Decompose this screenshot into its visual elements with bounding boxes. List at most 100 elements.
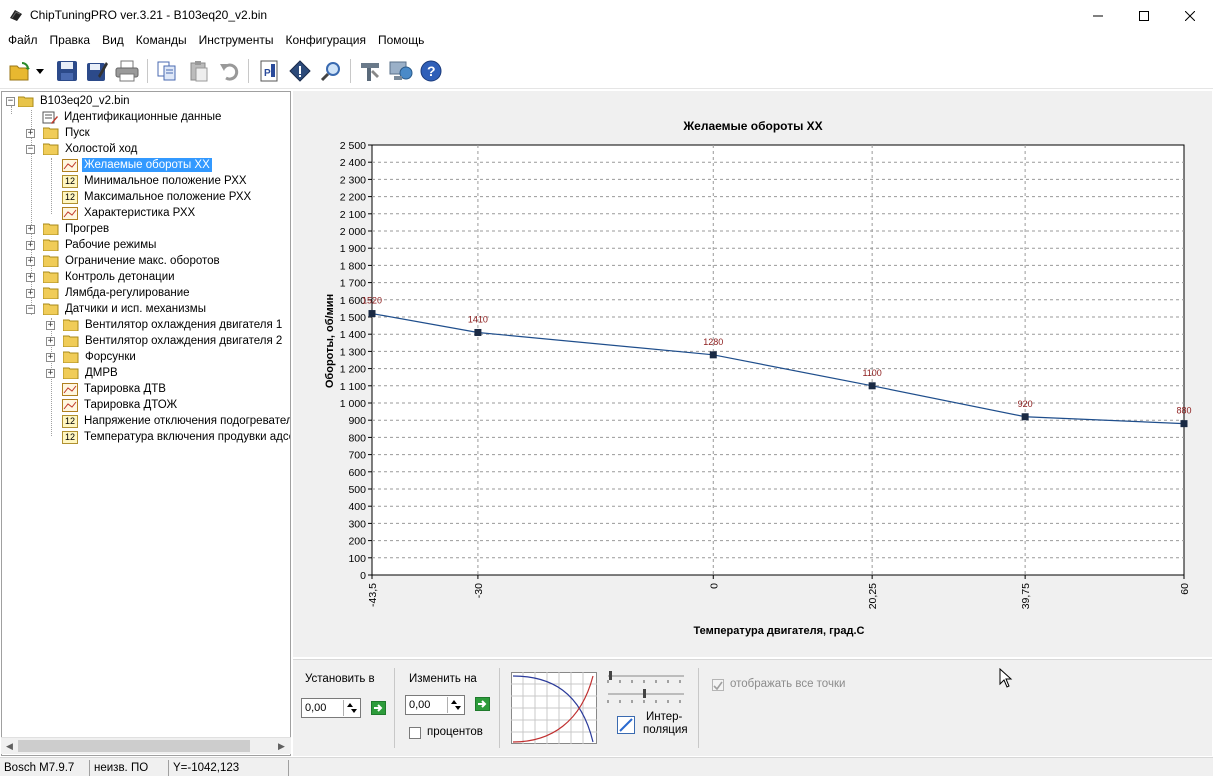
tree-item-fan-1[interactable]: + Вентилятор охлаждения двигателя 1 <box>46 317 284 333</box>
change-value-input[interactable]: 0,00 <box>405 695 465 715</box>
menu-help[interactable]: Помощь <box>372 31 430 50</box>
open-dropdown-button[interactable] <box>33 58 47 84</box>
toolbar: P ? <box>0 53 1213 89</box>
tree-item-iac-characteristic[interactable]: Характеристика РХХ <box>62 205 197 221</box>
x-tick-label: -30 <box>473 583 485 598</box>
paste-button[interactable] <box>186 58 212 84</box>
interpolation-button[interactable] <box>617 716 635 734</box>
tree-label: Пуск <box>65 127 90 139</box>
menu-commands[interactable]: Команды <box>130 31 193 50</box>
minimize-button[interactable] <box>1075 0 1121 31</box>
data-label: 1280 <box>703 337 723 347</box>
expand-icon[interactable]: + <box>26 256 35 266</box>
scalar-icon: 12 <box>62 190 78 204</box>
expand-icon[interactable]: + <box>26 272 35 282</box>
spin-icon[interactable] <box>447 697 463 713</box>
scrollbar-thumb[interactable] <box>18 740 250 752</box>
apply-set-button[interactable] <box>371 701 386 715</box>
y-tick-label: 2 200 <box>340 192 366 204</box>
tree-item-injectors[interactable]: + Форсунки <box>46 349 138 365</box>
menu-edit[interactable]: Правка <box>44 31 97 50</box>
toolbar-separator <box>147 59 148 83</box>
info-button[interactable] <box>287 58 313 84</box>
copy-button[interactable] <box>154 58 180 84</box>
expand-icon[interactable]: + <box>26 240 35 250</box>
tree-label: Датчики и исп. механизмы <box>65 303 206 315</box>
interpolation-icon <box>619 718 633 732</box>
expand-icon[interactable]: + <box>26 224 35 234</box>
menu-tools[interactable]: Инструменты <box>193 31 280 50</box>
save-button[interactable] <box>54 58 80 84</box>
y-tick-label: 1 800 <box>340 260 366 272</box>
chart-icon <box>62 158 78 172</box>
tree-panel[interactable]: − B103eq20_v2.bin Идентификационные данн… <box>1 91 291 756</box>
expand-icon[interactable]: + <box>26 128 35 138</box>
folder-icon <box>42 287 59 300</box>
tree-item-min-iac-position[interactable]: 12 Минимальное положение РХХ <box>62 173 249 189</box>
tree-item-knock-control[interactable]: + Контроль детонации <box>26 269 177 285</box>
connect-button[interactable] <box>388 58 414 84</box>
menu-configuration[interactable]: Конфигурация <box>279 31 372 50</box>
mouse-cursor-icon <box>999 668 1013 688</box>
tree-label: Вентилятор охлаждения двигателя 1 <box>85 319 283 331</box>
menu-file[interactable]: Файл <box>2 31 44 50</box>
collapse-icon[interactable]: − <box>26 144 35 154</box>
undo-button[interactable] <box>216 58 242 84</box>
percent-checkbox[interactable] <box>409 727 421 739</box>
smoothing-sliders[interactable] <box>606 670 688 710</box>
expand-icon[interactable]: + <box>46 336 55 346</box>
spin-icon[interactable] <box>343 700 359 716</box>
tree-item-warmup[interactable]: + Прогрев <box>26 221 111 237</box>
tree-item-max-iac-position[interactable]: 12 Максимальное положение РХХ <box>62 189 253 205</box>
tree-label: Форсунки <box>85 351 136 363</box>
print-button[interactable] <box>114 58 140 84</box>
scroll-left-icon[interactable]: ◀ <box>2 739 17 754</box>
show-all-points-checkbox[interactable] <box>712 679 724 691</box>
interpolation-preview[interactable] <box>511 672 597 744</box>
close-button[interactable] <box>1167 0 1213 31</box>
set-value-input[interactable]: 0,00 <box>301 698 361 718</box>
tree-item-iat-calibration[interactable]: Тарировка ДТВ <box>62 381 168 397</box>
expand-icon[interactable]: + <box>26 288 35 298</box>
tree-item-heater-voltage[interactable]: 12 Напряжение отключения подогревателя <box>62 413 290 429</box>
collapse-icon[interactable]: − <box>6 96 15 106</box>
data-point <box>368 310 376 318</box>
tree-item-maf[interactable]: + ДМРВ <box>46 365 120 381</box>
tools-button[interactable] <box>357 58 383 84</box>
interpolation-label-1: Интер- <box>646 711 683 723</box>
window-title: ChipTuningPRO ver.3.21 - B103eq20_v2.bin <box>30 8 268 22</box>
tree-item-purge-temperature[interactable]: 12 Температура включения продувки адсорб… <box>62 429 290 445</box>
help-button[interactable]: ? <box>418 58 444 84</box>
open-icon <box>9 62 30 81</box>
menu-view[interactable]: Вид <box>96 31 130 50</box>
tree-item-start[interactable]: + Пуск <box>26 125 92 141</box>
y-tick-label: 1 100 <box>340 381 366 393</box>
tree-item-rev-limit[interactable]: + Ограничение макс. оборотов <box>26 253 222 269</box>
save-as-button[interactable] <box>84 58 110 84</box>
collapse-icon[interactable]: − <box>26 304 35 314</box>
tree-item-ect-calibration[interactable]: Тарировка ДТОЖ <box>62 397 179 413</box>
tree-item-lambda[interactable]: + Лямбда-регулирование <box>26 285 192 301</box>
expand-icon[interactable]: + <box>46 352 55 362</box>
open-button[interactable] <box>7 58 33 84</box>
y-tick-label: 900 <box>348 415 366 427</box>
zoom-icon <box>320 62 340 82</box>
tree-item-sensors[interactable]: − Датчики и исп. механизмы <box>26 301 208 317</box>
tree-item-operating-modes[interactable]: + Рабочие режимы <box>26 237 158 253</box>
tree-item-idle[interactable]: − Холостой ход <box>26 141 139 157</box>
apply-change-button[interactable] <box>475 697 490 711</box>
expand-icon[interactable]: + <box>46 368 55 378</box>
scroll-right-icon[interactable]: ▶ <box>274 739 289 754</box>
tree-item-desired-idle-rpm[interactable]: Желаемые обороты ХХ <box>62 157 212 173</box>
tree-item-fan-2[interactable]: + Вентилятор охлаждения двигателя 2 <box>46 333 284 349</box>
expand-icon[interactable]: + <box>46 320 55 330</box>
line-chart[interactable]: Желаемые обороты ХХ Обороты, об/мин Темп… <box>293 91 1212 657</box>
tree-label: Максимальное положение РХХ <box>84 191 252 203</box>
tree-horizontal-scrollbar[interactable]: ◀ ▶ <box>1 737 291 754</box>
percent-label: процентов <box>427 726 483 738</box>
tree-item-identification[interactable]: Идентификационные данные <box>42 109 223 125</box>
search-button[interactable] <box>318 58 344 84</box>
maximize-button[interactable] <box>1121 0 1167 31</box>
pdf-button[interactable]: P <box>256 58 282 84</box>
tree-root[interactable]: − B103eq20_v2.bin <box>6 93 132 109</box>
